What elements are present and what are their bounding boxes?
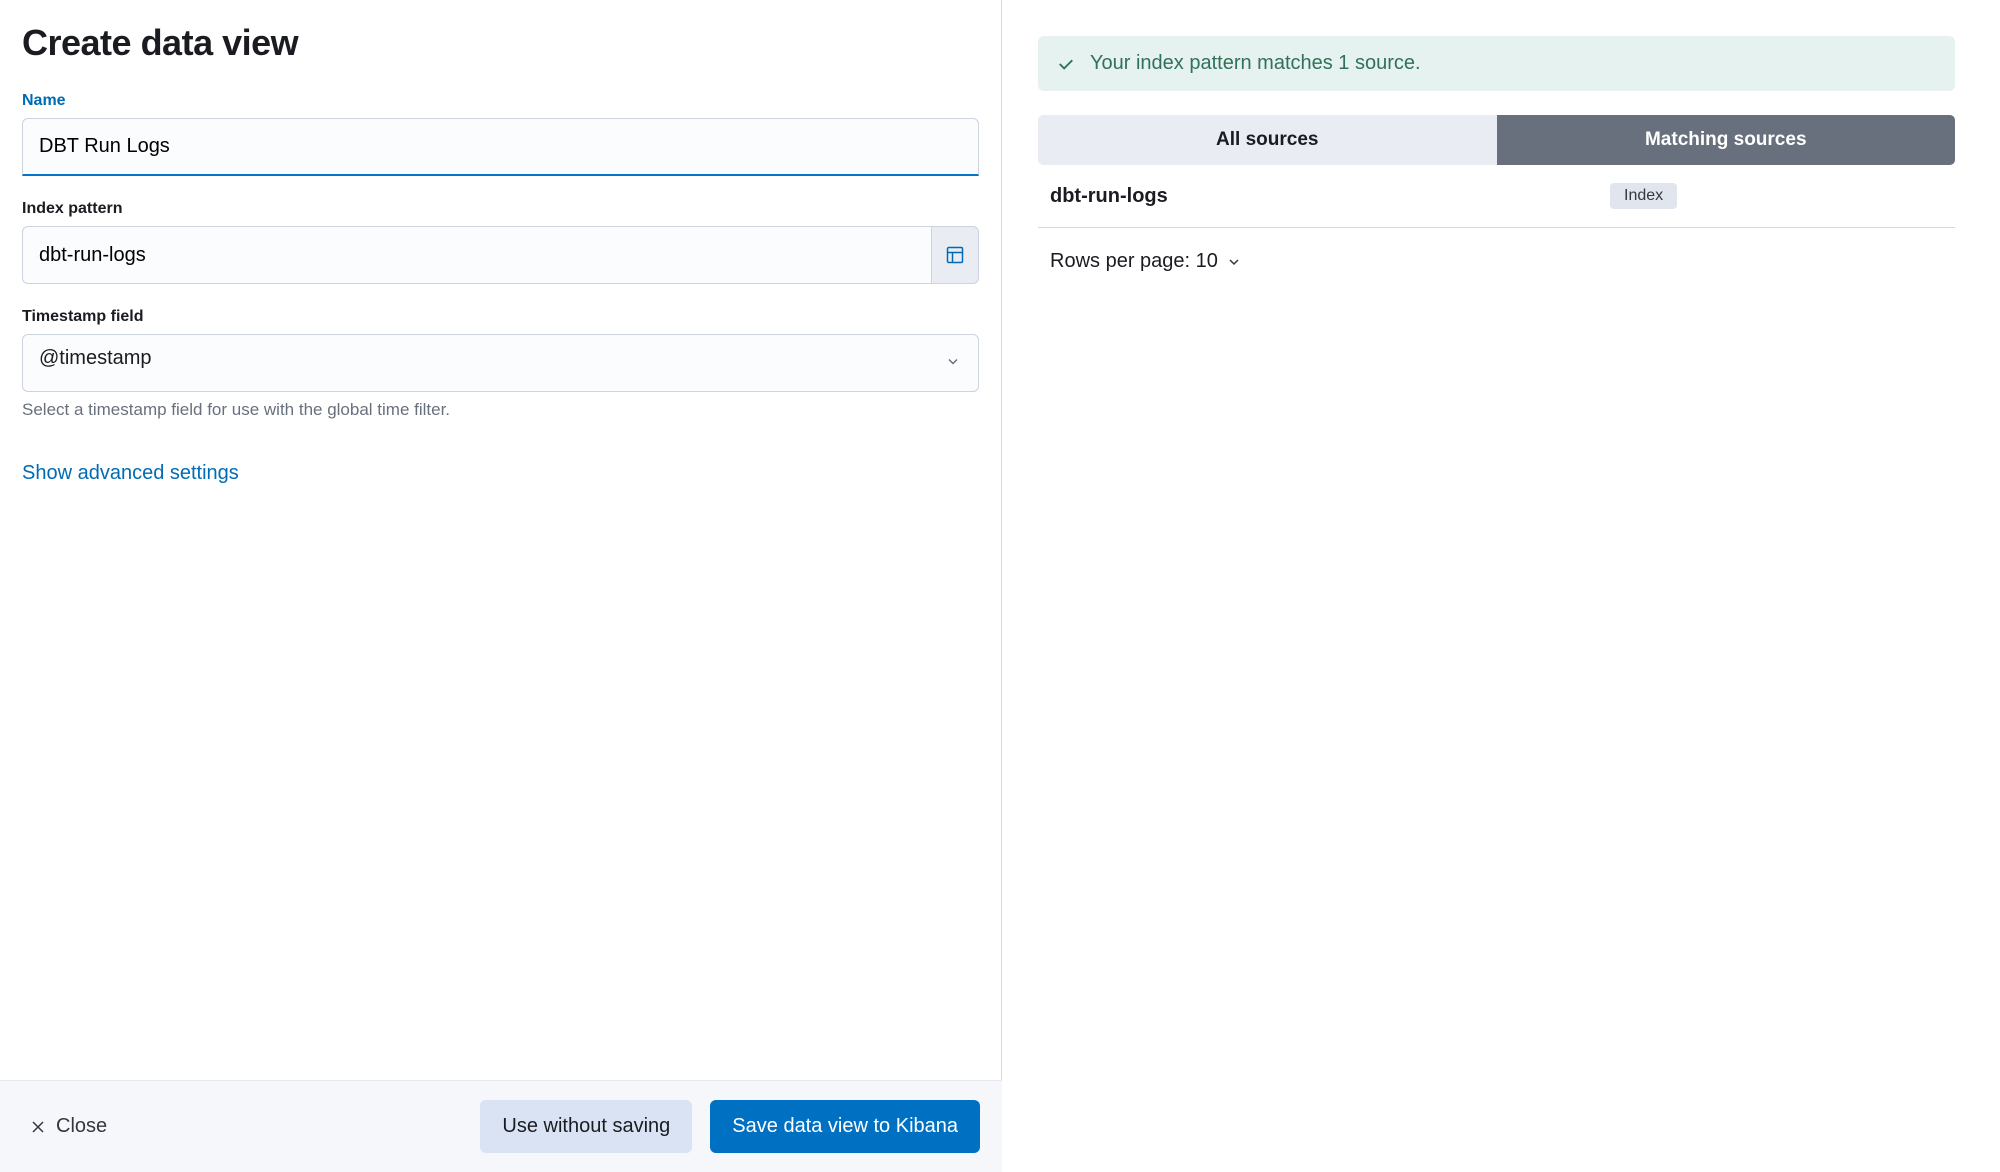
index-pattern-label: Index pattern: [22, 200, 979, 218]
footer-bar: Close Use without saving Save data view …: [0, 1080, 1002, 1172]
use-without-saving-button[interactable]: Use without saving: [480, 1100, 692, 1153]
close-button-label: Close: [56, 1115, 107, 1138]
check-icon: [1056, 54, 1076, 74]
sources-tab-group: All sources Matching sources: [1038, 115, 1955, 165]
source-row: dbt-run-logs Index: [1038, 165, 1955, 228]
close-icon: [30, 1119, 46, 1135]
chevron-down-icon: [1226, 254, 1242, 270]
timestamp-help-text: Select a timestamp field for use with th…: [22, 400, 979, 420]
rows-per-page-label: Rows per page: 10: [1050, 250, 1218, 273]
save-to-kibana-button[interactable]: Save data view to Kibana: [710, 1100, 980, 1153]
show-advanced-settings-link[interactable]: Show advanced settings: [22, 462, 239, 485]
close-button[interactable]: Close: [22, 1100, 115, 1153]
page-title: Create data view: [22, 22, 979, 64]
timestamp-field-label: Timestamp field: [22, 308, 979, 326]
tab-matching-sources[interactable]: Matching sources: [1497, 115, 1956, 165]
index-pattern-input[interactable]: [22, 226, 931, 284]
language-selector-button[interactable]: [931, 226, 979, 284]
timestamp-field-value: @timestamp: [39, 347, 152, 369]
callout-text: Your index pattern matches 1 source.: [1090, 52, 1421, 75]
language-icon: [945, 245, 965, 265]
rows-per-page-selector[interactable]: Rows per page: 10: [1038, 228, 1955, 295]
tab-all-sources[interactable]: All sources: [1038, 115, 1497, 165]
source-type-badge: Index: [1610, 183, 1677, 209]
timestamp-field-select[interactable]: @timestamp: [22, 334, 979, 392]
name-field-label: Name: [22, 92, 979, 110]
name-input[interactable]: [22, 118, 979, 176]
source-name: dbt-run-logs: [1050, 185, 1610, 208]
match-callout: Your index pattern matches 1 source.: [1038, 36, 1955, 91]
